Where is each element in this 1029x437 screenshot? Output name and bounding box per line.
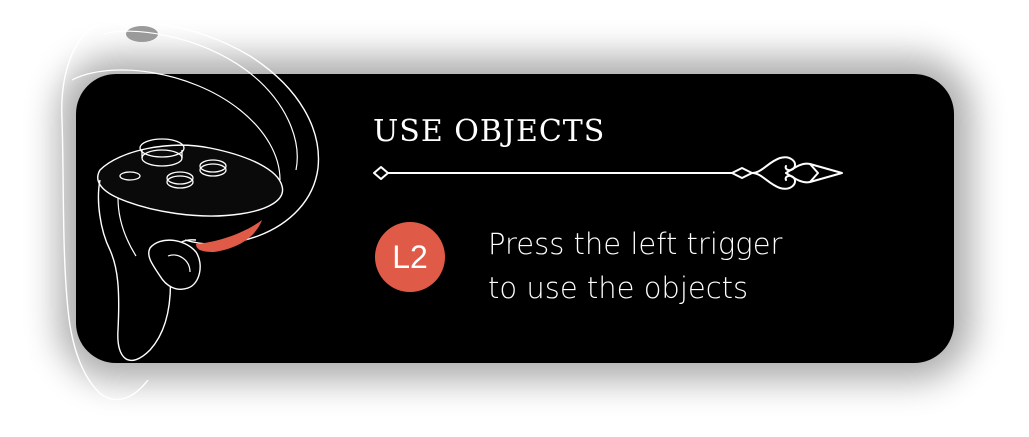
- ornamental-divider-icon: [373, 156, 843, 190]
- tutorial-prompt-screen: USE OBJECTS L2 Press the left trigger to…: [0, 0, 1029, 437]
- instruction-line-2: to use the objects: [488, 271, 749, 305]
- instruction-line-1: Press the left trigger: [488, 227, 783, 261]
- l2-button-badge: L2: [375, 222, 445, 292]
- instruction-text: Press the left trigger to use the object…: [488, 222, 888, 310]
- prompt-title: USE OBJECTS: [373, 114, 606, 149]
